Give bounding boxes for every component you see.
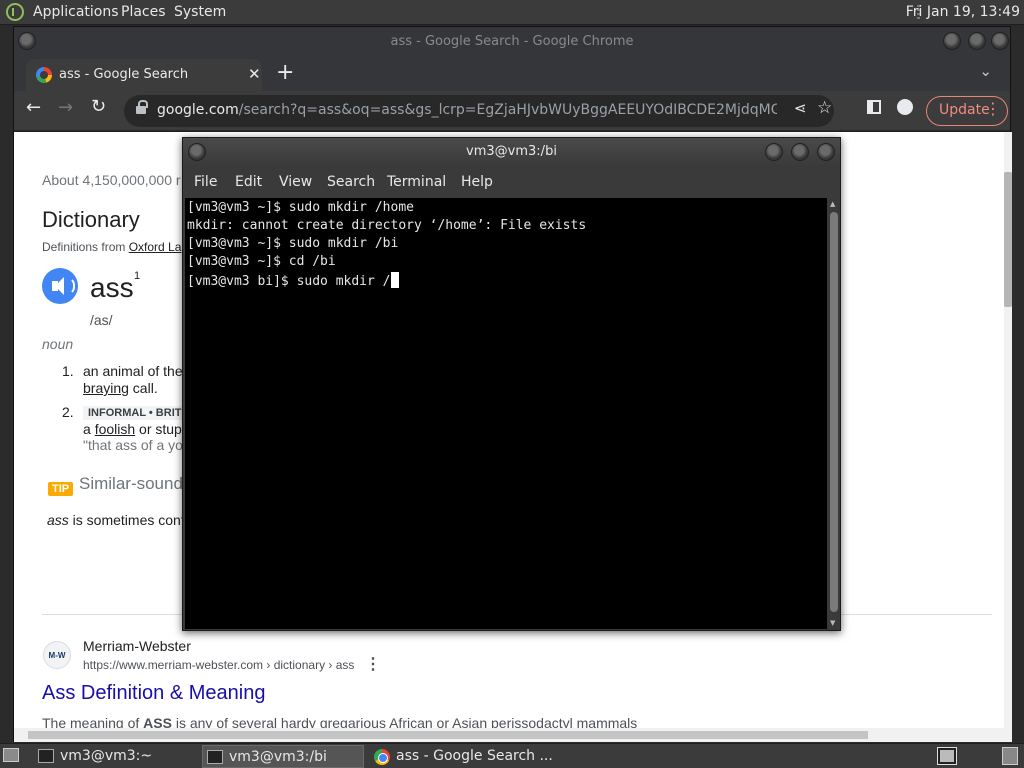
definitions-source: Definitions from Oxford La — [42, 240, 182, 254]
google-favicon-icon — [36, 67, 52, 83]
merriam-webster-logo[interactable]: M-W — [43, 641, 71, 669]
terminal-icon — [38, 749, 54, 763]
definition-number: 1. — [62, 363, 74, 379]
definition-text: a foolish or stup — [83, 421, 182, 437]
terminal-line: [vm3@vm3 ~]$ sudo mkdir /home — [187, 200, 414, 215]
update-button[interactable]: Update ⋮ — [926, 96, 1008, 126]
more-menu-icon[interactable]: ⋮ — [985, 99, 1001, 118]
tab-search-chevron-icon[interactable]: ⌄ — [979, 62, 992, 80]
definition-number: 2. — [62, 404, 74, 420]
result-url[interactable]: https://www.merriam-webster.com › dictio… — [83, 658, 354, 672]
back-arrow-icon[interactable]: ← — [26, 97, 41, 118]
horizontal-scroll-thumb[interactable] — [28, 731, 868, 739]
terminal-cursor — [390, 272, 399, 288]
url-text[interactable]: google.com/search?q=ass&oq=ass&gs_lcrp=E… — [157, 102, 777, 118]
show-desktop-icon[interactable] — [3, 748, 19, 762]
task-terminal-bi[interactable]: vm3@vm3:/bi — [202, 745, 364, 768]
headword: ass — [90, 272, 134, 303]
new-tab-button[interactable]: + — [276, 60, 294, 85]
tab-title: ass - Google Search — [59, 67, 189, 82]
definition-continuation: braying call. — [83, 380, 158, 396]
definition-example: "that ass of a yo — [83, 437, 183, 453]
terminal-prompt-line[interactable]: [vm3@vm3 bi]$ sudo mkdir / — [187, 272, 399, 289]
oxford-link[interactable]: Oxford La — [129, 240, 182, 254]
window-title: ass - Google Search - Google Chrome — [390, 34, 634, 49]
close-window-button[interactable] — [817, 143, 835, 161]
result-title-link[interactable]: Ass Definition & Meaning — [42, 682, 265, 705]
chrome-toolbar: ← → ↻ google.com/search?q=ass&oq=ass&gs_… — [14, 91, 1010, 131]
menu-view[interactable]: View — [279, 174, 312, 190]
result-more-options-icon[interactable]: ⋮ — [365, 654, 381, 674]
result-stats: About 4,150,000,000 r — [42, 172, 181, 188]
menu-search[interactable]: Search — [327, 174, 375, 190]
chrome-titlebar[interactable]: ass - Google Search - Google Chrome — [14, 27, 1010, 57]
distro-logo-icon[interactable] — [6, 3, 24, 21]
tab-close-icon[interactable]: ✕ — [248, 65, 261, 83]
terminal-title: vm3@vm3:/bi — [466, 144, 557, 159]
maximize-button[interactable] — [968, 32, 986, 50]
terminal-icon — [207, 750, 223, 764]
page-vertical-scrollbar[interactable] — [1004, 132, 1012, 728]
terminal-line: [vm3@vm3 ~]$ sudo mkdir /bi — [187, 236, 399, 251]
menu-terminal[interactable]: Terminal — [387, 174, 446, 190]
side-panel-icon[interactable] — [867, 100, 881, 114]
system-menu[interactable]: System — [174, 4, 226, 20]
scroll-down-arrow-icon[interactable]: ▼ — [830, 619, 835, 627]
close-window-button[interactable] — [991, 32, 1009, 50]
register-tag: INFORMAL • BRIT — [83, 406, 187, 420]
reload-icon[interactable]: ↻ — [91, 96, 106, 117]
task-terminal-home[interactable]: vm3@vm3:~ — [34, 745, 196, 768]
maximize-button[interactable] — [791, 143, 809, 161]
tab-google-search[interactable]: ass - Google Search ✕ — [26, 59, 262, 91]
task-label: vm3@vm3:~ — [60, 748, 153, 764]
menu-file[interactable]: File — [194, 174, 217, 190]
applications-menu[interactable]: Applications — [33, 4, 119, 20]
top-panel: Applications Places System Fri Jan 19, 1… — [0, 0, 1024, 25]
trash-icon[interactable] — [1002, 747, 1018, 765]
terminal-line: mkdir: cannot create directory ‘/home’: … — [187, 218, 587, 233]
task-label: ass - Google Search ... — [396, 748, 553, 764]
page-horizontal-scrollbar[interactable] — [14, 728, 1012, 742]
result-snippet: The meaning of ASS is any of several har… — [42, 715, 638, 728]
forward-arrow-icon[interactable]: → — [58, 97, 73, 118]
dictionary-heading: Dictionary — [42, 207, 140, 232]
menu-edit[interactable]: Edit — [235, 174, 262, 190]
profile-avatar-icon[interactable] — [897, 99, 913, 115]
lock-icon[interactable] — [136, 100, 148, 115]
bottom-taskbar: vm3@vm3:~ vm3@vm3:/bi ass - Google Searc… — [0, 743, 1024, 768]
page-scroll-thumb[interactable] — [1004, 172, 1012, 307]
clock[interactable]: Fri Jan 19, 13:49 — [906, 4, 1020, 20]
terminal-scrollbar[interactable]: ▲ ▼ — [828, 198, 840, 629]
workspace-switcher[interactable] — [937, 747, 957, 765]
share-icon[interactable]: ⋖ — [794, 99, 807, 117]
tip-text: ass is sometimes conf — [47, 512, 185, 528]
tab-strip: ass - Google Search ✕ + ⌄ — [14, 57, 1010, 91]
task-label: vm3@vm3:/bi — [229, 749, 327, 765]
braying-link[interactable]: braying — [83, 380, 129, 396]
result-site-name[interactable]: Merriam-Webster — [83, 638, 191, 654]
terminal-titlebar[interactable]: vm3@vm3:/bi — [183, 138, 840, 166]
part-of-speech: noun — [42, 336, 74, 352]
terminal-screen[interactable]: [vm3@vm3 ~]$ sudo mkdir /home mkdir: can… — [185, 198, 827, 629]
task-chrome[interactable]: ass - Google Search ... — [370, 745, 553, 768]
address-bar[interactable]: google.com/search?q=ass&oq=ass&gs_lcrp=E… — [124, 95, 834, 127]
minimize-button[interactable] — [943, 32, 961, 50]
headword-superscript: 1 — [134, 270, 141, 282]
tip-heading: Similar-sound — [79, 474, 183, 493]
terminal-scroll-thumb[interactable] — [830, 212, 838, 612]
bookmark-star-icon[interactable]: ☆ — [817, 98, 832, 118]
foolish-link[interactable]: foolish — [95, 421, 135, 437]
places-menu[interactable]: Places — [121, 4, 166, 20]
terminal-menubar: File Edit View Search Terminal Help — [183, 166, 840, 198]
minimize-button[interactable] — [765, 143, 783, 161]
phonetic: /as/ — [90, 312, 113, 328]
scroll-up-arrow-icon[interactable]: ▲ — [830, 200, 835, 208]
terminal-window: vm3@vm3:/bi File Edit View Search Termin… — [182, 137, 841, 631]
terminal-line: [vm3@vm3 ~]$ cd /bi — [187, 254, 336, 269]
update-label: Update — [939, 102, 990, 118]
menu-help[interactable]: Help — [461, 174, 493, 190]
definition-text: an animal of the — [83, 363, 183, 379]
tip-badge: TIP — [48, 482, 74, 496]
chrome-icon — [374, 749, 390, 765]
